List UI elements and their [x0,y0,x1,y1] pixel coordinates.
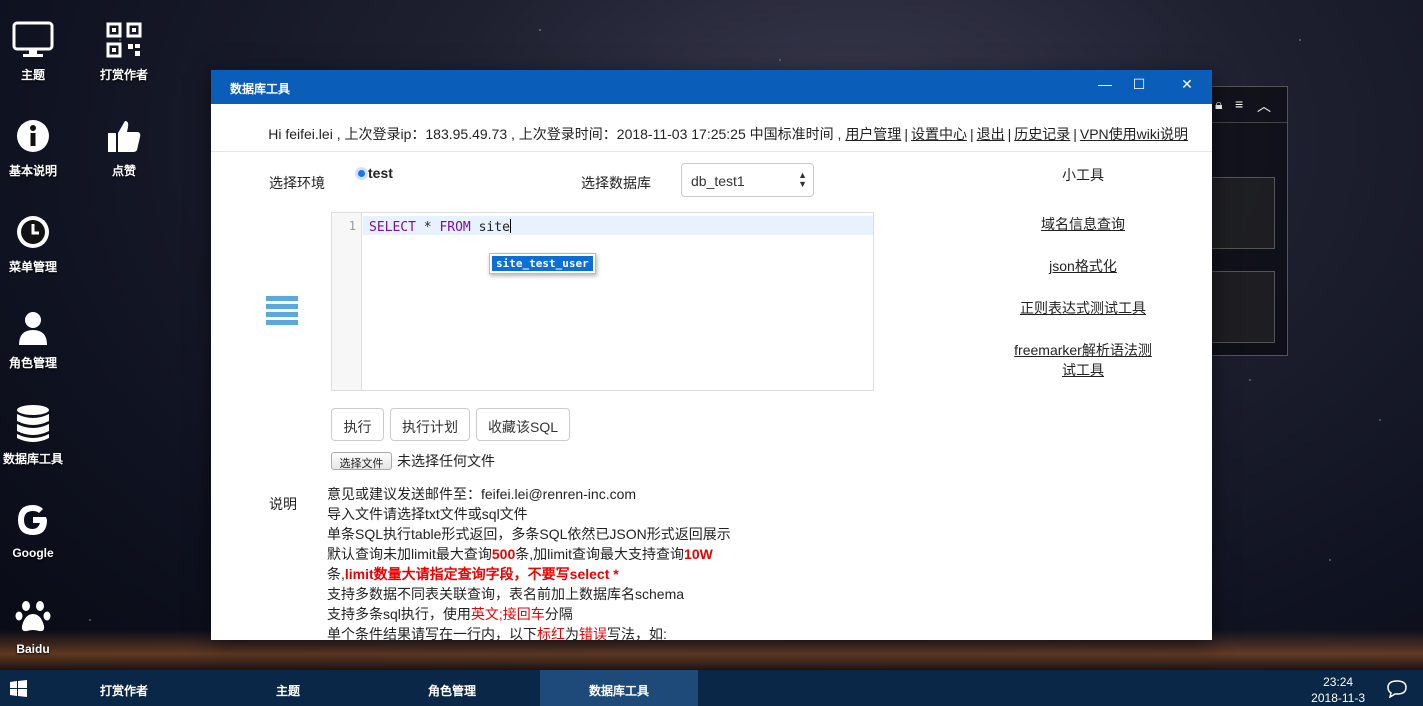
taskbar-clock[interactable]: 23:24 2018-11-3 [1311,674,1365,706]
desktop-icon-google[interactable]: Google [0,500,73,560]
login-info-text: Hi feifei.lei , 上次登录ip：183.95.49.73 , 上次… [268,126,842,142]
list-toggle-icon[interactable] [266,296,298,328]
taskbar-item-theme[interactable]: 主题 [212,670,364,706]
choose-file-button[interactable]: 选择文件 [331,452,392,470]
desktop-icon-baidu[interactable]: Baidu [0,596,73,656]
freemarker-test-link[interactable]: freemarker解析语法测 试工具 [1001,340,1165,380]
line-number-gutter: 1 [332,213,362,390]
text-cursor [509,219,511,233]
taskbar: 打赏作者 主题 角色管理 数据库工具 23:24 2018-11-3 [0,670,1423,706]
sql-editor[interactable]: 1 SELECT * FROM site site_test_user [331,212,874,391]
db-label: 选择数据库 [581,175,651,191]
settings-link[interactable]: 设置中心 [911,126,967,142]
minimize-button[interactable]: — [1090,76,1120,98]
save-sql-button[interactable]: 收藏该SQL [476,408,570,441]
desktop-icon-label: Baidu [16,642,50,656]
desktop-icon-reward[interactable]: 打赏作者 [84,20,164,83]
close-button[interactable]: ✕ [1172,76,1202,98]
user-manage-link[interactable]: 用户管理 [845,126,901,142]
database-icon [17,405,49,442]
taskbar-item-role-manage[interactable]: 角色管理 [376,670,528,706]
env-radio-test[interactable] [355,167,368,180]
db-select[interactable]: db_test1 ▲ ▼ [681,163,814,197]
chat-bubble-icon[interactable] [1387,680,1407,698]
clock-time: 23:24 [1323,675,1354,689]
monitor-icon [12,21,54,57]
desktop-icon-label: 角色管理 [8,356,57,370]
desktop-icon-label: 数据库工具 [2,452,63,466]
info-icon [17,120,49,152]
desktop-icon-label: 基本说明 [8,164,57,178]
json-format-link[interactable]: json格式化 [1001,256,1165,276]
db-select-value: db_test1 [691,173,745,189]
select-arrows-icon: ▲ ▼ [798,170,807,189]
history-link[interactable]: 历史记录 [1014,126,1070,142]
desktop-icon-menu-manage[interactable]: 菜单管理 [0,212,73,275]
taskbar-item-reward[interactable]: 打赏作者 [48,670,200,706]
qrcode-icon [106,22,142,58]
desktop-icon-label: 菜单管理 [8,260,57,274]
desktop-icon-info[interactable]: 基本说明 [0,116,73,179]
maximize-button[interactable]: ☐ [1124,76,1154,98]
paw-icon [15,601,51,632]
tools-title: 小工具 [1062,167,1104,183]
code-line[interactable]: SELECT * FROM site [363,216,873,235]
desktop-icon-role-manage[interactable]: 角色管理 [0,308,73,371]
clock-date: 2018-11-3 [1311,691,1365,705]
execute-button[interactable]: 执行 [331,408,384,441]
desktop-icon-label: 点赞 [111,164,136,178]
notes-label: 说明 [269,496,297,512]
user-icon [19,312,47,345]
file-status-text: 未选择任何文件 [397,453,495,469]
desktop-icon-label: 打赏作者 [99,68,148,82]
window-titlebar[interactable]: 数据库工具 — ☐ ✕ [211,70,1212,104]
desktop-icon-like[interactable]: 点赞 [84,116,164,179]
lock-icon: 🔒︎ [1215,96,1223,112]
chevron-up-icon: ︿ [1257,98,1271,114]
db-tool-window: 数据库工具 — ☐ ✕ Hi feifei.lei , 上次登录ip：183.9… [211,70,1212,640]
notes-text: 意见或建议发送邮件至：feifei.lei@renren-inc.com 导入文… [327,486,731,640]
env-label: 选择环境 [269,175,325,191]
clock-icon [17,216,49,248]
autocomplete-popup[interactable]: site_test_user [489,253,596,274]
thumbs-up-icon [108,121,141,152]
env-radio-label: test [368,165,393,181]
hamburger-icon: ≡ [1235,96,1244,112]
google-icon [18,505,47,535]
desktop-icon-theme[interactable]: 主题 [0,20,73,83]
user-info-bar: Hi feifei.lei , 上次登录ip：183.95.49.73 , 上次… [211,104,1212,152]
desktop-icon-db-tool[interactable]: 数据库工具 [0,404,73,467]
autocomplete-item[interactable]: site_test_user [492,256,593,271]
execution-plan-button[interactable]: 执行计划 [390,408,470,441]
vpn-wiki-link[interactable]: VPN使用wiki说明 [1080,126,1188,142]
taskbar-item-db-tool[interactable]: 数据库工具 [540,670,698,706]
window-title: 数据库工具 [230,82,291,96]
windows-start-icon[interactable] [10,680,27,697]
desktop-icon-label: Google [12,546,54,560]
logout-link[interactable]: 退出 [977,126,1005,142]
background-textarea [1211,271,1275,343]
domain-lookup-link[interactable]: 域名信息查询 [1001,214,1165,234]
background-textarea [1211,177,1275,249]
desktop-icon-label: 主题 [20,68,45,82]
regex-test-link[interactable]: 正则表达式测试工具 [1001,298,1165,318]
